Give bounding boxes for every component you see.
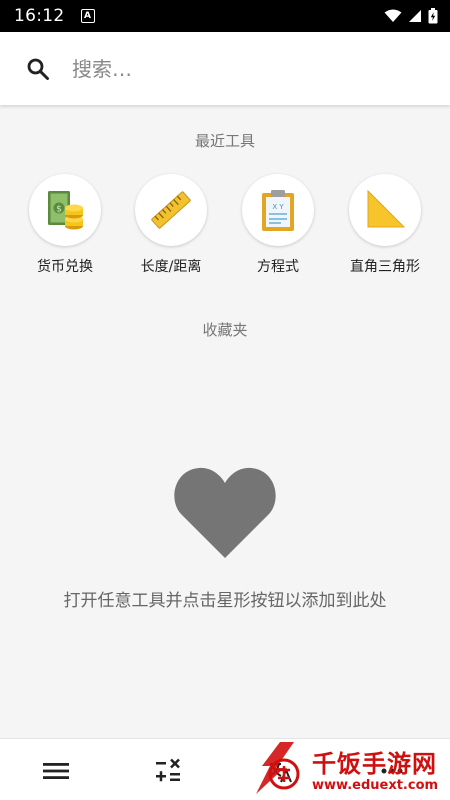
status-icons (384, 8, 438, 24)
equation-clipboard-icon: X Y (262, 190, 294, 231)
tool-right-triangle[interactable]: 直角三角形 (330, 174, 440, 276)
favorites-empty-message: 打开任意工具并点击星形按钮以添加到此处 (63, 591, 387, 611)
tool-label: 直角三角形 (350, 259, 420, 275)
search-bar[interactable] (0, 32, 450, 105)
tool-currency-exchange[interactable]: $ 货币兑换 (10, 174, 120, 276)
watermark-title: 千饭手游网 (312, 750, 437, 778)
svg-text:X Y: X Y (272, 203, 284, 211)
tool-icon-circle: $ (29, 174, 101, 246)
status-bar: 16:12 A (0, 0, 450, 32)
tool-label: 长度/距离 (140, 259, 202, 275)
tool-icon-circle (349, 174, 421, 246)
tool-icon-circle (135, 174, 207, 246)
nav-calculator-button[interactable] (152, 755, 184, 787)
tool-icon-circle: X Y (242, 174, 314, 246)
tool-label: 方程式 (257, 259, 299, 275)
heart-icon (174, 467, 276, 558)
calculator-icon (156, 758, 180, 782)
status-time: 16:12 (14, 6, 65, 26)
notification-badge: A (80, 9, 95, 23)
watermark-logo-icon (256, 742, 300, 794)
favorites-title: 收藏夹 (202, 321, 248, 339)
tool-label: 货币兑换 (37, 259, 93, 275)
app-screen: 16:12 A 最近工具 (0, 0, 450, 800)
search-input[interactable] (70, 55, 394, 82)
signal-icon (409, 10, 421, 22)
right-triangle-icon (367, 189, 406, 228)
search-icon[interactable] (26, 57, 50, 81)
menu-icon (43, 763, 69, 779)
recent-tools-list: $ 货币兑换 长度/距离 X Y 方程式 直角三角形 (0, 174, 450, 276)
battery-charging-icon (428, 8, 438, 24)
wifi-icon (384, 9, 402, 22)
tool-length-distance[interactable]: 长度/距离 (116, 174, 226, 276)
currency-exchange-icon: $ (48, 191, 83, 230)
watermark-url: www.eduext.com (312, 778, 439, 793)
ruler-icon (151, 191, 191, 229)
svg-text:$: $ (56, 205, 62, 215)
watermark: 千饭手游网 www.eduext.com (250, 738, 450, 800)
tool-equation[interactable]: X Y 方程式 (223, 174, 333, 276)
nav-menu-button[interactable] (40, 755, 72, 787)
recent-tools-title: 最近工具 (194, 132, 255, 150)
